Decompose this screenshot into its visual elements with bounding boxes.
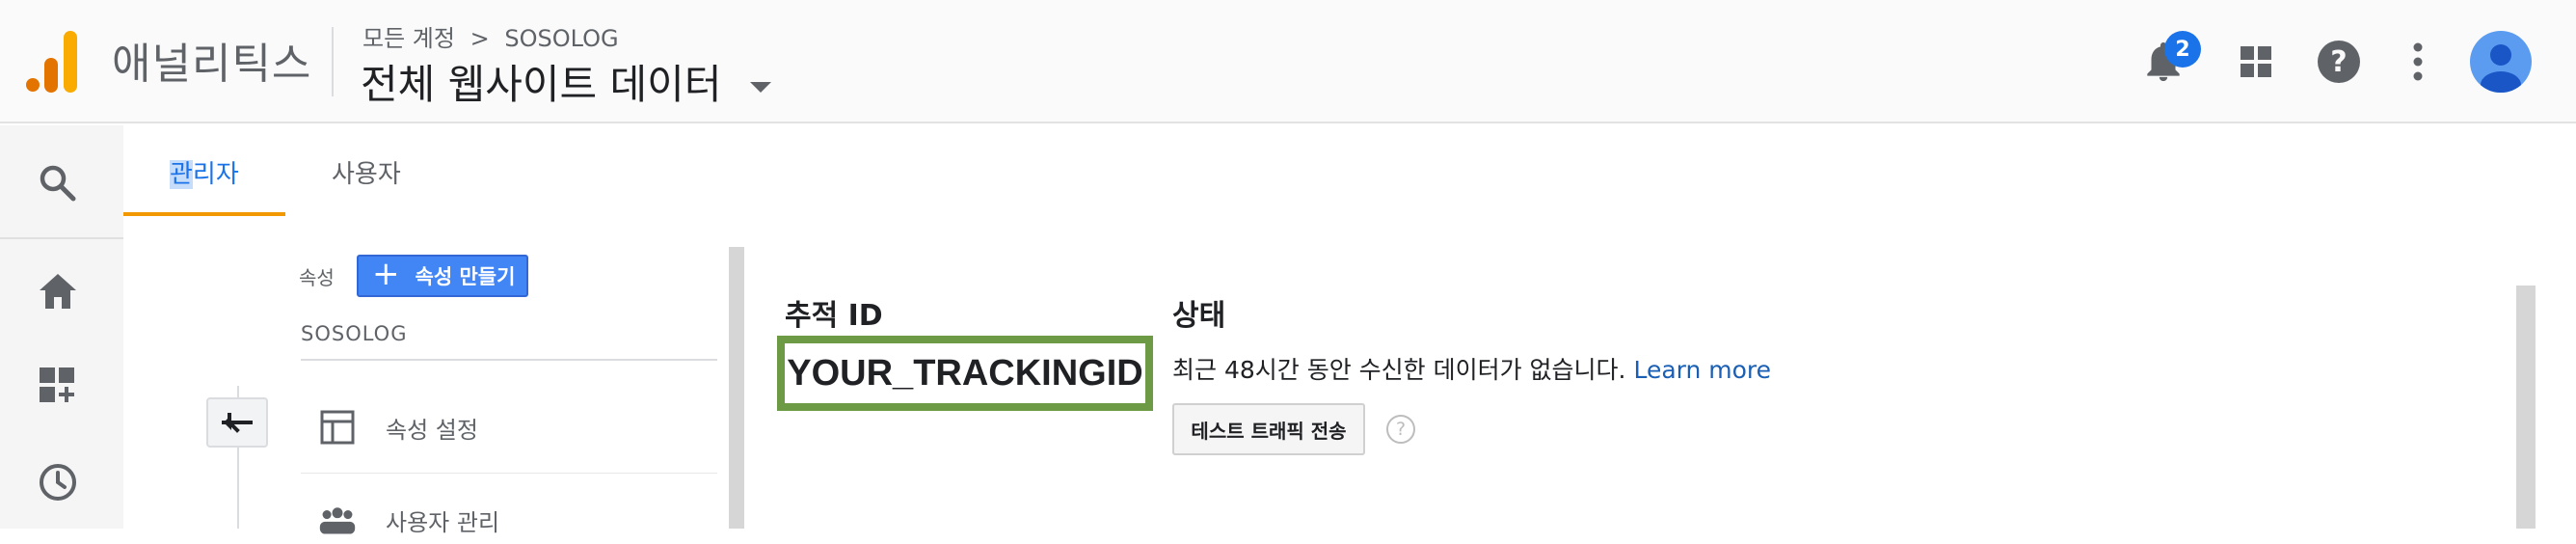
status-message: 최근 48시간 동안 수신한 데이터가 없습니다. Learn more xyxy=(1172,351,1771,386)
property-column-label: 속성 xyxy=(299,266,335,289)
notification-badge: 2 xyxy=(2164,31,2201,68)
menu-item-label: 사용자 관리 xyxy=(386,508,500,536)
tab-user[interactable]: 사용자 xyxy=(332,154,401,190)
learn-more-link[interactable]: Learn more xyxy=(1633,356,1771,384)
tracking-id-header: 추적 ID xyxy=(785,299,883,333)
home-icon xyxy=(40,274,76,309)
home-nav-button[interactable] xyxy=(33,266,83,316)
account-avatar[interactable] xyxy=(2470,31,2532,93)
help-icon: ? xyxy=(2318,41,2360,83)
tab-active-indicator xyxy=(123,212,285,216)
view-selector[interactable]: 전체 웹사이트 데이터 xyxy=(361,52,771,111)
menu-item-user-management[interactable]: 사용자 관리 xyxy=(318,496,499,544)
help-button[interactable]: ? xyxy=(2312,35,2366,89)
customization-icon xyxy=(40,367,74,402)
column-scrollbar[interactable] xyxy=(729,247,744,529)
more-vert-icon xyxy=(2413,42,2423,81)
create-property-label: 속성 만들기 xyxy=(415,265,516,288)
product-name: 애널리틱스 xyxy=(112,40,312,89)
property-selector[interactable]: SOSOLOG xyxy=(301,322,407,345)
clock-icon xyxy=(40,464,76,501)
apps-button[interactable] xyxy=(2229,35,2283,89)
breadcrumb-separator: > xyxy=(470,25,490,52)
help-circle-icon[interactable]: ? xyxy=(1386,415,1415,444)
left-navigation xyxy=(0,125,123,529)
tab-admin[interactable]: 관리자 xyxy=(170,154,239,190)
search-nav-button[interactable] xyxy=(33,158,83,208)
more-options-button[interactable] xyxy=(2391,35,2445,89)
menu-item-property-settings[interactable]: 속성 설정 xyxy=(318,403,478,451)
reports-history-nav-button[interactable] xyxy=(33,457,83,507)
page-scrollbar[interactable] xyxy=(2516,286,2536,529)
top-bar: 애널리틱스 모든 계정 > SOSOLOG 전체 웹사이트 데이터 2 ? xyxy=(0,0,2576,123)
create-property-button[interactable]: + 속성 만들기 xyxy=(357,255,528,297)
back-arrow-icon xyxy=(222,413,253,433)
people-icon xyxy=(318,501,357,539)
tracking-id-value: YOUR_TRACKINGID xyxy=(777,336,1153,411)
header-divider xyxy=(332,27,334,96)
breadcrumb-account[interactable]: SOSOLOG xyxy=(504,25,618,52)
menu-item-label: 속성 설정 xyxy=(386,416,478,444)
breadcrumb[interactable]: 모든 계정 > SOSOLOG xyxy=(362,19,619,53)
status-text: 최근 48시간 동안 수신한 데이터가 없습니다. xyxy=(1172,356,1626,384)
admin-tabs: 관리자 사용자 xyxy=(123,125,2576,216)
send-test-traffic-button[interactable]: 테스트 트래픽 전송 xyxy=(1172,403,1365,455)
customization-nav-button[interactable] xyxy=(33,361,83,411)
layout-icon xyxy=(318,408,357,447)
nav-divider xyxy=(0,237,123,239)
tab-admin-selected-text: 관 xyxy=(170,160,193,189)
back-button[interactable] xyxy=(206,397,268,448)
avatar-icon xyxy=(2481,44,2521,93)
tab-admin-label: 리자 xyxy=(192,160,239,189)
status-header: 상태 xyxy=(1172,299,1226,333)
property-divider xyxy=(301,359,717,361)
svg-text:?: ? xyxy=(2330,45,2347,79)
search-icon xyxy=(40,165,76,202)
analytics-logo-icon[interactable] xyxy=(25,31,79,93)
caret-down-icon xyxy=(749,82,771,93)
menu-divider xyxy=(301,473,717,474)
plus-icon: + xyxy=(372,255,400,293)
view-title: 전체 웹사이트 데이터 xyxy=(361,61,722,108)
breadcrumb-root[interactable]: 모든 계정 xyxy=(362,25,455,52)
apps-grid-icon xyxy=(2241,46,2271,77)
